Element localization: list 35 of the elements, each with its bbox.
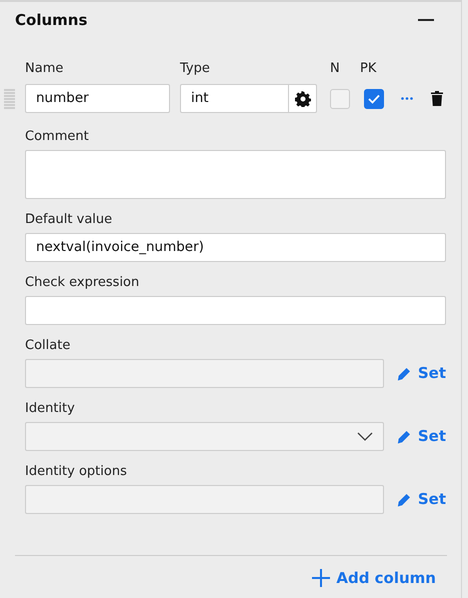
set-button[interactable]: Set bbox=[397, 362, 446, 385]
text-field[interactable] bbox=[25, 296, 446, 325]
field-label: Default value bbox=[25, 211, 114, 229]
name-field[interactable]: number bbox=[25, 84, 170, 113]
plus-icon bbox=[312, 569, 330, 588]
text-field[interactable]: nextval(invoice_number) bbox=[25, 233, 446, 262]
panel-title: Columns bbox=[15, 10, 88, 31]
nullable-checkbox[interactable] bbox=[330, 88, 350, 108]
column-header: PK bbox=[360, 60, 376, 78]
column-header: Name bbox=[25, 60, 64, 78]
set-button[interactable]: Set bbox=[397, 425, 446, 448]
checkmark-icon bbox=[368, 94, 380, 104]
field-label: Identity options bbox=[25, 463, 128, 481]
drag-handle-icon[interactable] bbox=[4, 88, 15, 108]
field-label: Identity bbox=[25, 400, 76, 418]
field-label: Comment bbox=[25, 128, 90, 146]
type-field[interactable]: int bbox=[180, 84, 317, 113]
primary-key-checkbox[interactable] bbox=[364, 88, 384, 108]
pencil-icon bbox=[397, 428, 411, 444]
more-icon[interactable] bbox=[401, 97, 413, 100]
read-only-field[interactable] bbox=[25, 485, 384, 514]
column-header: N bbox=[330, 60, 341, 78]
field-label: Check expression bbox=[25, 274, 140, 292]
field-label: Collate bbox=[25, 337, 72, 355]
trash-icon[interactable] bbox=[431, 91, 443, 106]
column-header: Type bbox=[180, 60, 211, 78]
pencil-icon bbox=[397, 492, 411, 508]
read-only-field[interactable] bbox=[25, 359, 384, 388]
set-button[interactable]: Set bbox=[397, 488, 446, 511]
gear-icon[interactable] bbox=[294, 90, 310, 106]
add-column-button[interactable]: Add column bbox=[312, 567, 436, 590]
pencil-icon bbox=[397, 366, 411, 382]
comment-field[interactable] bbox=[25, 150, 446, 199]
dropdown-field[interactable] bbox=[25, 422, 384, 451]
chevron-down-icon bbox=[357, 432, 373, 441]
